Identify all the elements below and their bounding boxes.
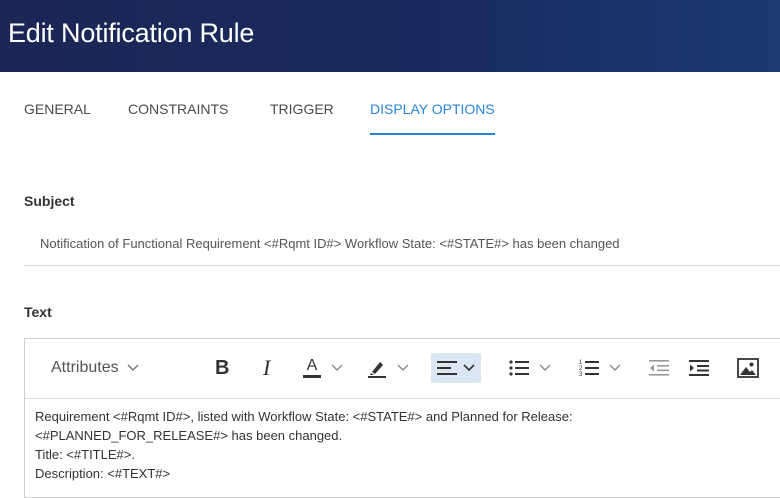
insert-image-button[interactable] [737,353,759,383]
outdent-button[interactable] [649,353,669,383]
subject-input[interactable]: Notification of Functional Requirement <… [40,236,620,251]
text-line: Description: <#TEXT#> [35,466,171,481]
highlight-color-dropdown[interactable] [367,353,409,383]
numbered-list-dropdown[interactable]: 1 2 3 [579,353,621,383]
chevron-down-icon [397,364,409,372]
tab-general[interactable]: GENERAL [24,100,91,133]
font-color-icon: A [303,358,321,378]
outdent-icon [649,360,669,376]
tab-constraints[interactable]: CONSTRAINTS [128,100,228,133]
text-label: Text [24,304,52,320]
font-color-dropdown[interactable]: A [303,353,343,383]
numbered-list-icon: 1 2 3 [579,359,599,377]
rich-text-editor: Attributes B I A 1 2 3 Requirement <#Rqm… [24,338,780,498]
text-line: <#PLANNED_FOR_RELEASE#> has been changed… [35,428,343,443]
tab-display-options[interactable]: DISPLAY OPTIONS [370,100,495,135]
image-icon [737,358,759,378]
attributes-label: Attributes [51,359,119,376]
page-title: Edit Notification Rule [8,18,255,48]
editor-toolbar: Attributes B I A 1 2 3 [25,339,780,399]
text-line: Requirement <#Rqmt ID#>, listed with Wor… [35,409,573,424]
page-header: Edit Notification Rule [0,0,780,72]
indent-button[interactable] [689,353,709,383]
bold-button[interactable]: B [215,353,229,383]
chevron-down-icon [539,364,551,372]
alignment-dropdown[interactable] [431,353,481,383]
subject-label: Subject [24,193,75,209]
chevron-down-icon [463,364,475,372]
chevron-down-icon [127,364,139,372]
attributes-dropdown[interactable]: Attributes [51,353,139,383]
editor-content[interactable]: Requirement <#Rqmt ID#>, listed with Wor… [35,407,775,483]
align-left-icon [437,360,457,376]
bulleted-list-icon [509,360,529,376]
tab-trigger[interactable]: TRIGGER [270,100,334,133]
italic-button[interactable]: I [263,353,270,383]
chevron-down-icon [609,364,621,372]
chevron-down-icon [331,364,343,372]
subject-underline [24,265,780,266]
highlighter-icon [367,358,387,378]
text-line: Title: <#TITLE#>. [35,447,135,462]
bulleted-list-dropdown[interactable] [509,353,551,383]
tab-bar: GENERAL CONSTRAINTS TRIGGER DISPLAY OPTI… [0,100,780,136]
indent-icon [689,360,709,376]
svg-text:3: 3 [579,372,583,377]
